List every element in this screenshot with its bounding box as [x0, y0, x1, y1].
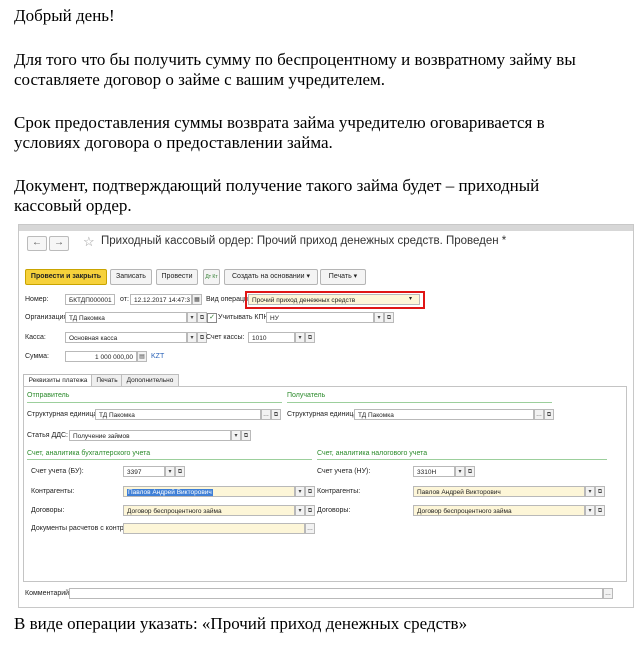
nu-counterparty-field[interactable]: Павлов Андрей Викторович	[413, 486, 585, 497]
more-icon[interactable]: …	[261, 409, 271, 420]
sender-divider	[27, 402, 282, 403]
nu-counterparty-label: Контрагенты:	[317, 488, 361, 495]
footer-instruction: В виде операции указать: «Прочий приход …	[14, 614, 468, 633]
greeting-text: Добрый день!	[14, 6, 115, 25]
chevron-down-icon[interactable]: ▾	[165, 466, 175, 477]
comment-field[interactable]	[69, 588, 603, 599]
dt-kt-button[interactable]: Дт Кт	[203, 269, 220, 285]
bu-divider	[27, 459, 312, 460]
receiver-unit-label: Структурная единица:	[287, 411, 360, 418]
bu-counterparty-field[interactable]: Павлов Андрей Викторович	[123, 486, 295, 497]
create-based-on-button[interactable]: Создать на основании ▾	[224, 269, 318, 285]
bu-contract-field[interactable]: Договор беспроцентного займа	[123, 505, 295, 516]
forward-button[interactable]: →	[49, 236, 69, 251]
calendar-icon[interactable]: ▦	[192, 294, 202, 305]
currency-link[interactable]: KZT	[151, 353, 164, 360]
chevron-down-icon[interactable]: ▾	[295, 505, 305, 516]
number-label: Номер:	[25, 296, 49, 303]
operation-highlight-box	[245, 291, 425, 309]
sender-section-title: Отправитель	[27, 392, 70, 399]
kassa-select[interactable]: Основная касса	[65, 332, 187, 343]
number-field[interactable]: БКТДП000001	[65, 294, 115, 305]
post-and-close-button[interactable]: Провести и закрыть	[25, 269, 107, 285]
paragraph-2-line-1: Срок предоставления суммы возврата займа…	[14, 113, 545, 132]
open-link-icon[interactable]: ⧉	[595, 486, 605, 497]
organization-select[interactable]: ТД Пакомка	[65, 312, 187, 323]
kpn-checkbox[interactable]: ✓	[207, 313, 217, 323]
back-button[interactable]: ←	[27, 236, 47, 251]
document-window: ← → ☆ Приходный кассовый ордер: Прочий п…	[18, 224, 634, 608]
nu-divider	[317, 459, 607, 460]
more-icon[interactable]: …	[603, 588, 613, 599]
date-from-label: от:	[120, 296, 129, 303]
paragraph-1-line-2: составляете договор о займе с вашим учре…	[14, 70, 386, 89]
open-link-icon[interactable]: ⧉	[241, 430, 251, 441]
dds-label: Статья ДДС:	[27, 432, 68, 439]
chevron-down-icon[interactable]: ▾	[231, 430, 241, 441]
chevron-down-icon[interactable]: ▾	[187, 332, 197, 343]
settlement-docs-field[interactable]	[123, 523, 305, 534]
favorite-star-icon[interactable]: ☆	[83, 234, 95, 250]
open-link-icon[interactable]: ⧉	[271, 409, 281, 420]
open-link-icon[interactable]: ⧉	[305, 505, 315, 516]
sum-field[interactable]: 1 000 000,00	[65, 351, 137, 362]
post-button[interactable]: Провести	[156, 269, 198, 285]
nu-account-label: Счет учета (НУ):	[317, 468, 371, 475]
open-link-icon[interactable]: ⧉	[595, 505, 605, 516]
receiver-divider	[287, 402, 552, 403]
chevron-down-icon[interactable]: ▾	[295, 332, 305, 343]
bu-section-title: Счет, аналитика бухгалтерского учета	[27, 450, 151, 457]
nu-contract-label: Договоры:	[317, 507, 351, 514]
chevron-down-icon[interactable]: ▾	[374, 312, 384, 323]
cash-account-label: Счет кассы:	[206, 334, 245, 341]
sender-unit-label: Структурная единица:	[27, 411, 100, 418]
nu-account-select[interactable]: 3310Н	[413, 466, 455, 477]
nu-section-title: Счет, аналитика налогового учета	[317, 450, 428, 457]
organization-label: Организация:	[25, 314, 70, 321]
bu-account-select[interactable]: 3397	[123, 466, 165, 477]
kassa-label: Касса:	[25, 334, 46, 341]
comment-label: Комментарий:	[25, 590, 72, 597]
kpn-select[interactable]: НУ	[266, 312, 374, 323]
paragraph-2-line-2: условиях договора о предоставлении займа…	[14, 133, 333, 152]
more-icon[interactable]: …	[534, 409, 544, 420]
sum-label: Сумма:	[25, 353, 49, 360]
bu-contract-label: Договоры:	[31, 507, 65, 514]
chevron-down-icon[interactable]: ▾	[455, 466, 465, 477]
cash-account-select[interactable]: 1010	[248, 332, 295, 343]
save-button[interactable]: Записать	[110, 269, 152, 285]
open-link-icon[interactable]: ⧉	[197, 312, 207, 323]
open-link-icon[interactable]: ⧉	[384, 312, 394, 323]
nu-contract-field[interactable]: Договор беспроцентного займа	[413, 505, 585, 516]
receiver-unit-field[interactable]: ТД Пакомка	[354, 409, 534, 420]
open-link-icon[interactable]: ⧉	[305, 486, 315, 497]
dds-select[interactable]: Получение займов	[69, 430, 231, 441]
paragraph-3-line-1: Документ, подтверждающий получение таког…	[14, 176, 540, 195]
open-link-icon[interactable]: ⧉	[175, 466, 185, 477]
chevron-down-icon[interactable]: ▾	[187, 312, 197, 323]
settlement-docs-label: Документы расчетов с контр...	[31, 525, 130, 532]
open-link-icon[interactable]: ⧉	[305, 332, 315, 343]
kpn-label: Учитывать КПН	[218, 314, 269, 321]
open-link-icon[interactable]: ⧉	[465, 466, 475, 477]
print-button[interactable]: Печать ▾	[320, 269, 366, 285]
chevron-down-icon[interactable]: ▾	[585, 486, 595, 497]
bu-counterparty-label: Контрагенты:	[31, 488, 75, 495]
receiver-section-title: Получатель	[287, 392, 326, 399]
bu-account-label: Счет учета (БУ):	[31, 468, 84, 475]
paragraph-3-line-2: кассовый ордер.	[14, 196, 132, 215]
date-field[interactable]: 12.12.2017 14:47:3	[130, 294, 192, 305]
window-top-bar	[19, 225, 633, 231]
paragraph-1-line-1: Для того что бы получить сумму по беспро…	[14, 50, 576, 69]
chevron-down-icon[interactable]: ▾	[585, 505, 595, 516]
more-icon[interactable]: …	[305, 523, 315, 534]
open-link-icon[interactable]: ⧉	[544, 409, 554, 420]
sender-unit-field[interactable]: ТД Пакомка	[95, 409, 261, 420]
chevron-down-icon[interactable]: ▾	[295, 486, 305, 497]
calculator-icon[interactable]: ▤	[137, 351, 147, 362]
window-title: Приходный кассовый ордер: Прочий приход …	[101, 235, 507, 247]
bu-counterparty-value: Павлов Андрей Викторович	[127, 489, 213, 496]
